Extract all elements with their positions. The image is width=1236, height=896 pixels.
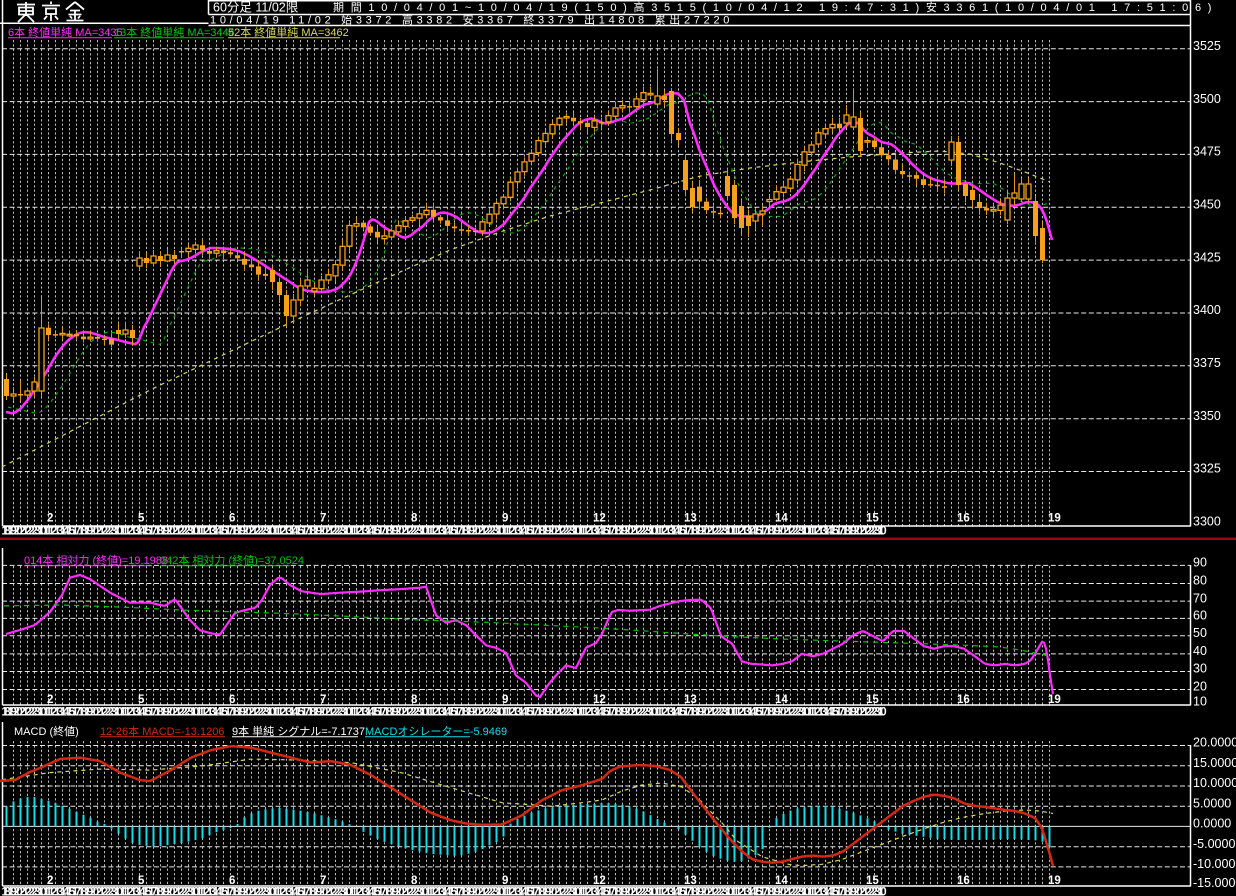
svg-text:7: 7 [320,513,326,525]
svg-text:14: 14 [775,694,788,706]
svg-text:12: 12 [593,694,606,706]
svg-text:5.0000: 5.0000 [1193,796,1231,810]
svg-text:3525: 3525 [1193,39,1221,53]
svg-text:3425: 3425 [1193,250,1221,264]
svg-text:3500: 3500 [1193,92,1221,106]
svg-text:3375: 3375 [1193,356,1221,370]
svg-text:2: 2 [47,513,53,525]
svg-text:16: 16 [957,694,970,706]
svg-text:3300: 3300 [1193,514,1221,528]
svg-text:2: 2 [47,875,53,887]
svg-text:8: 8 [411,875,418,887]
svg-text:MACD (終値): MACD (終値) [14,724,79,738]
svg-text:-15.0000: -15.0000 [1193,876,1236,890]
svg-text:6: 6 [229,694,235,706]
svg-text:0.0000: 0.0000 [1193,817,1231,831]
svg-text:12-26本 MACD=-13.1206: 12-26本 MACD=-13.1206 [100,724,224,738]
svg-text:19: 19 [1048,513,1061,525]
svg-text:20: 20 [1193,680,1207,694]
svg-text:13: 13 [684,875,697,887]
svg-text:7: 7 [320,694,326,706]
svg-text:13本 終値単純 MA=3444: 13本 終値単純 MA=3444 [114,25,235,39]
svg-text:5: 5 [138,694,145,706]
svg-text:3350: 3350 [1193,409,1221,423]
svg-text:52本 終値単純 MA=3462: 52本 終値単純 MA=3462 [228,25,349,39]
svg-text:6: 6 [229,875,235,887]
svg-text:40: 40 [1193,644,1207,658]
svg-text:15: 15 [866,875,879,887]
svg-text:16: 16 [957,875,970,887]
svg-text:20.0000: 20.0000 [1193,736,1236,750]
svg-text:12: 12 [593,875,606,887]
svg-text:19: 19 [1048,875,1061,887]
svg-text:13: 13 [684,513,697,525]
svg-text:50: 50 [1193,626,1207,640]
svg-text:3325: 3325 [1193,462,1221,476]
svg-text:9: 9 [502,875,508,887]
svg-text:-5.0000: -5.0000 [1193,837,1235,851]
svg-text:181920212223101112131415171819: 1819202122231011121314151718192021222310… [2,526,887,538]
svg-text:8: 8 [411,513,418,525]
svg-text:3475: 3475 [1193,145,1221,159]
svg-text:70: 70 [1193,591,1207,605]
svg-text:9: 9 [502,694,508,706]
svg-text:2: 2 [47,694,53,706]
svg-text:15.0000: 15.0000 [1193,756,1236,770]
svg-text:6本 終値単純 MA=3435: 6本 終値単純 MA=3435 [8,25,123,39]
svg-text:5: 5 [138,875,145,887]
svg-text:181920212223101112131415171819: 1819202122231011121314151718192021222310… [2,887,887,896]
svg-text:15: 15 [866,694,879,706]
svg-text:90: 90 [1193,556,1207,570]
svg-text:期間10/04/01~10/04/19(150)高3515(: 期間10/04/01~10/04/19(150)高3515(10/04/12 1… [333,0,1218,14]
svg-text:6: 6 [229,513,235,525]
svg-text:14: 14 [775,513,788,525]
svg-text:7: 7 [320,875,326,887]
svg-text:MACDオシレーター=-5.9469: MACDオシレーター=-5.9469 [365,725,507,738]
svg-text:9本 単純 シグナル=-7.1737: 9本 単純 シグナル=-7.1737 [232,724,365,738]
svg-text:5: 5 [138,513,145,525]
svg-text:15: 15 [866,513,879,525]
svg-text:10: 10 [1193,695,1207,709]
svg-text:014本 相対力 (終値)=19.1988: 014本 相対力 (終値)=19.1988 [24,553,168,567]
svg-text:30: 30 [1193,662,1207,676]
svg-text:181920212223101112131415171819: 1819202122231011121314151718192021222310… [2,707,887,719]
svg-text:80: 80 [1193,574,1207,588]
svg-text:-10.0000: -10.0000 [1193,857,1236,871]
svg-text:9: 9 [502,513,508,525]
svg-text:3400: 3400 [1193,303,1221,317]
svg-text:8: 8 [411,694,418,706]
svg-text:12: 12 [593,513,606,525]
svg-text:042本 相対力 (終値)=37.0524: 042本 相対力 (終値)=37.0524 [160,553,304,567]
svg-text:3450: 3450 [1193,198,1221,212]
svg-text:13: 13 [684,694,697,706]
svg-text:16: 16 [957,513,970,525]
svg-text:60: 60 [1193,609,1207,623]
svg-text:19: 19 [1048,694,1061,706]
svg-text:10/04/19 11/02 始3372 高3382 安33: 10/04/19 11/02 始3372 高3382 安3367 終3379 出… [210,13,733,27]
svg-text:10.0000: 10.0000 [1193,776,1236,790]
svg-text:14: 14 [775,875,788,887]
svg-text:60分足 11/02限: 60分足 11/02限 [213,1,299,15]
